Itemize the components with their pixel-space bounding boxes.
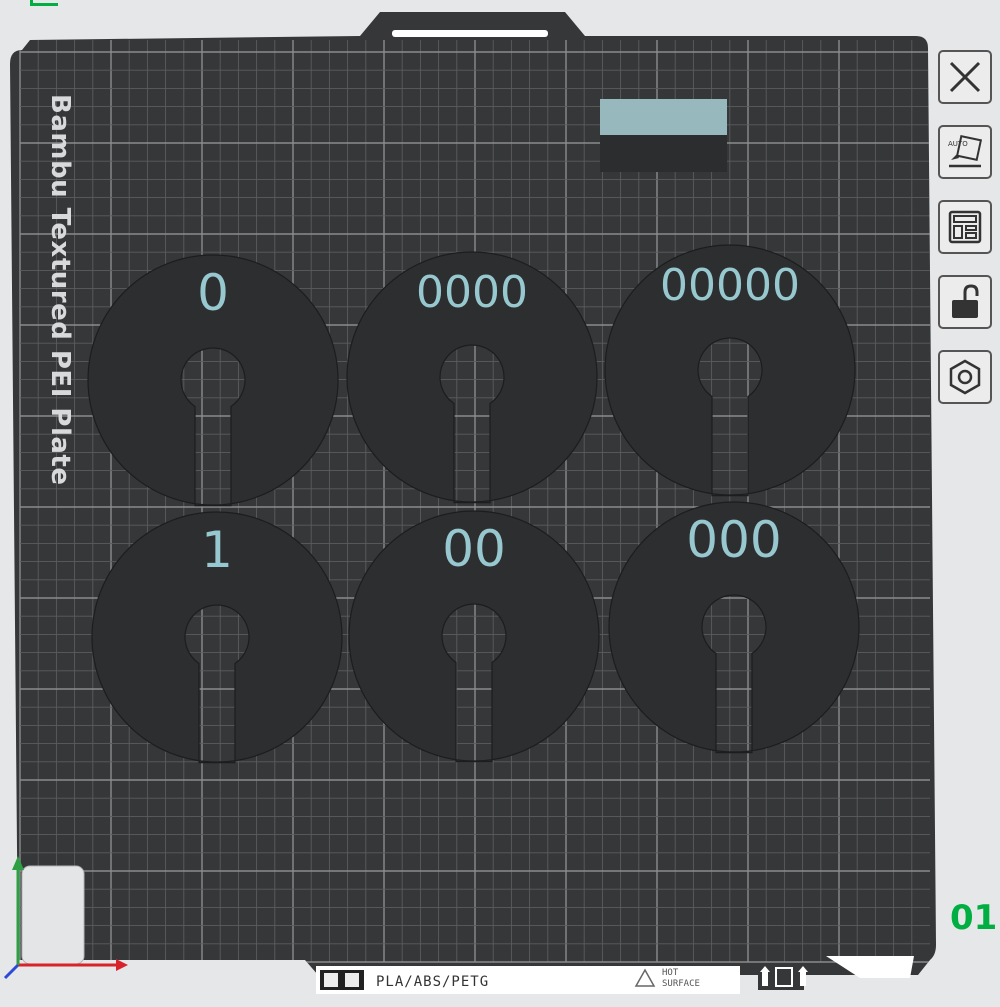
auto-orient-button[interactable]: AUTO [938,125,992,179]
close-icon [949,61,981,93]
auto-orient-icon: AUTO [948,134,983,168]
part-size-label: 00 [442,520,506,578]
build-plate [10,12,936,975]
part-size-label: 0000 [416,267,528,318]
settings-button[interactable] [938,350,992,404]
plate-direction-icons [758,966,808,990]
part-size-label: 000 [686,511,781,569]
part-size-label: 0 [197,264,229,322]
svg-text:AUTO: AUTO [948,140,968,148]
filament-types-label: PLA/ABS/PETG [376,974,489,990]
part-size-label: 1 [201,521,233,579]
part-size-label: 00000 [660,260,800,311]
plate-name: Bambu Textured PEI Plate [45,94,75,486]
arrange-icon [948,210,982,244]
plate-number: 01 [950,898,998,938]
build-plate-viewport[interactable]: PLA/ABS/PETG HOT SURFACE Bambu Textured … [0,0,1000,1007]
prime-tower[interactable] [600,99,727,172]
top-left-marker [30,0,58,6]
close-button[interactable] [938,50,992,104]
lock-icon [952,284,979,318]
hot-label: HOT [662,968,679,978]
arrange-button[interactable] [938,200,992,254]
lock-button[interactable] [938,275,992,329]
surface-label: SURFACE [662,979,700,989]
plate-handle [392,30,548,37]
settings-hex-icon [949,359,981,395]
